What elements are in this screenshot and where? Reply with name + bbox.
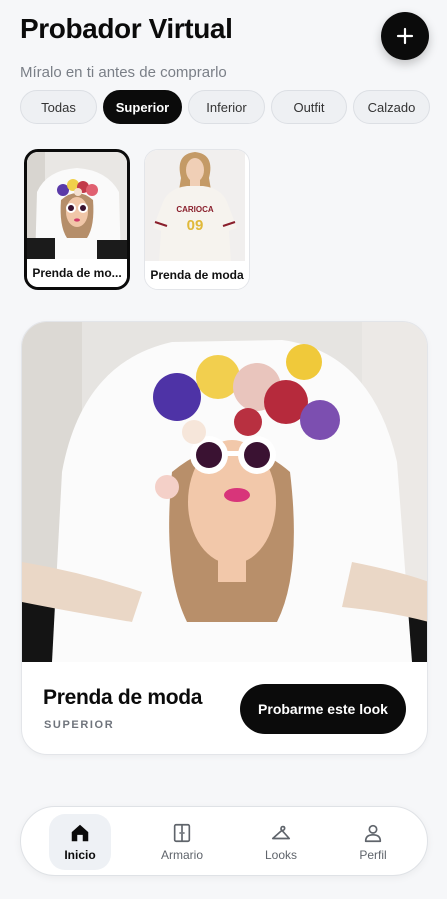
garment-image-floral xyxy=(27,152,127,264)
preview-card: Prenda de moda SUPERIOR Probarme este lo… xyxy=(21,321,428,755)
category-filter: Todas Superior Inferior Outfit Calzado xyxy=(20,90,430,124)
app-header: Probador Virtual Míralo en ti antes de c… xyxy=(20,12,429,82)
plus-icon xyxy=(396,27,414,45)
chip-calzado[interactable]: Calzado xyxy=(353,90,430,124)
chip-outfit[interactable]: Outfit xyxy=(271,90,347,124)
chip-todas[interactable]: Todas xyxy=(20,90,97,124)
preview-title: Prenda de moda xyxy=(43,686,203,709)
nav-item-inicio[interactable]: Inicio xyxy=(49,814,111,870)
try-on-button[interactable]: Probarme este look xyxy=(240,684,406,734)
nav-label: Inicio xyxy=(64,848,96,862)
garment-thumb-carioca[interactable]: CARIOCA 09 Prenda de moda xyxy=(144,149,250,290)
nav-item-looks[interactable]: Looks xyxy=(250,814,312,870)
garment-image-carioca: CARIOCA 09 xyxy=(145,150,245,262)
garment-label: Prenda de moda xyxy=(145,261,249,289)
garment-label: Prenda de mo... xyxy=(27,259,127,287)
chip-superior[interactable]: Superior xyxy=(103,90,182,124)
bottom-nav: Inicio Armario Looks Perfil xyxy=(20,806,428,876)
nav-item-armario[interactable]: Armario xyxy=(151,814,213,870)
user-icon xyxy=(364,824,382,843)
page-title: Probador Virtual xyxy=(20,13,233,44)
preview-image xyxy=(22,322,427,662)
nav-item-perfil[interactable]: Perfil xyxy=(342,814,404,870)
chip-inferior[interactable]: Inferior xyxy=(188,90,265,124)
wardrobe-icon xyxy=(173,823,191,843)
home-icon xyxy=(71,824,89,842)
nav-label: Perfil xyxy=(359,848,387,862)
garment-thumb-floral[interactable]: Prenda de mo... xyxy=(24,149,130,290)
nav-label: Looks xyxy=(264,848,298,862)
page-subtitle: Míralo en ti antes de comprarlo xyxy=(20,64,227,81)
print-number: 09 xyxy=(187,217,204,234)
nav-label: Armario xyxy=(160,848,203,862)
print-text: CARIOCA xyxy=(176,205,214,214)
hanger-icon xyxy=(271,825,291,840)
add-garment-button[interactable] xyxy=(381,12,429,60)
garment-list: Prenda de mo... CARIOCA 09 Prenda de mod… xyxy=(24,149,250,290)
preview-category: SUPERIOR xyxy=(44,719,115,731)
